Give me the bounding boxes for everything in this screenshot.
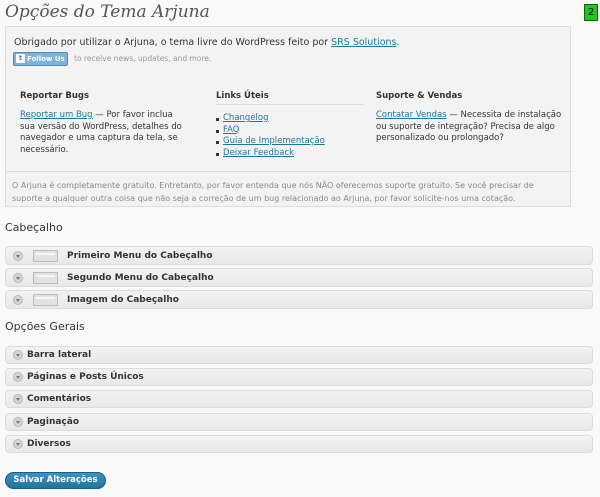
panel-label: Imagem do Cabeçalho bbox=[67, 294, 179, 305]
free-theme-notice: O Arjuna é completamente gratuito. Entre… bbox=[6, 171, 572, 205]
chevron-down-icon[interactable] bbox=[13, 372, 23, 382]
info-box: Obrigado por utilizar o Arjuna, o tema l… bbox=[5, 26, 572, 207]
report-bug-link[interactable]: Reportar um Bug bbox=[20, 110, 93, 120]
panel-label: Segundo Menu do Cabeçalho bbox=[67, 272, 214, 283]
menu-thumbnail-icon bbox=[33, 249, 58, 262]
srs-solutions-link[interactable]: SRS Solutions bbox=[331, 37, 396, 48]
link-feedback: Deixar Feedback bbox=[216, 148, 364, 160]
chevron-down-icon[interactable] bbox=[13, 439, 23, 449]
panel-sidebar[interactable]: Barra lateral bbox=[5, 346, 593, 364]
useful-links-list: Changelog FAQ Guia de Implementação Deix… bbox=[216, 113, 364, 159]
support-sales-heading: Suporte & Vendas bbox=[376, 91, 463, 101]
panel-misc[interactable]: Diversos bbox=[5, 435, 593, 453]
useful-links-column: Links Úteis Changelog FAQ Guia de Implem… bbox=[216, 91, 364, 159]
thanks-end: . bbox=[396, 37, 400, 48]
chevron-down-icon[interactable] bbox=[13, 272, 23, 283]
changelog-link[interactable]: Changelog bbox=[223, 113, 269, 123]
save-changes-button[interactable]: Salvar Alterações bbox=[5, 472, 106, 489]
panel-comments[interactable]: Comentários bbox=[5, 390, 593, 408]
chevron-down-icon[interactable] bbox=[13, 394, 23, 404]
panel-label: Paginação bbox=[27, 417, 80, 427]
header-section-title: Cabeçalho bbox=[5, 221, 63, 234]
panel-label: Barra lateral bbox=[27, 350, 92, 360]
page-title: Opções do Tema Arjuna bbox=[5, 2, 210, 22]
support-sales-column: Suporte & Vendas Contatar Vendas — Neces… bbox=[376, 91, 566, 145]
image-thumbnail-icon bbox=[33, 293, 58, 306]
panel-header-image[interactable]: Imagem do Cabeçalho bbox=[5, 290, 593, 309]
contact-sales-link[interactable]: Contatar Vendas bbox=[376, 110, 447, 120]
panel-label: Diversos bbox=[27, 439, 71, 449]
follow-text: to receive news, updates, and more. bbox=[74, 54, 212, 63]
panel-pages-posts[interactable]: Páginas e Posts Únicos bbox=[5, 368, 593, 386]
follow-us-label: Follow Us bbox=[27, 55, 65, 63]
chevron-down-icon[interactable] bbox=[13, 250, 23, 261]
implementation-guide-link[interactable]: Guia de Implementação bbox=[223, 136, 325, 146]
report-bugs-heading: Reportar Bugs bbox=[20, 91, 90, 101]
menu-thumbnail-icon bbox=[33, 271, 58, 284]
chevron-down-icon[interactable] bbox=[13, 350, 23, 360]
panel-second-header-menu[interactable]: Segundo Menu do Cabeçalho bbox=[5, 268, 593, 287]
panel-first-header-menu[interactable]: Primeiro Menu do Cabeçalho bbox=[5, 246, 593, 265]
panel-label: Páginas e Posts Únicos bbox=[27, 372, 144, 382]
link-changelog: Changelog bbox=[216, 113, 364, 125]
faq-link[interactable]: FAQ bbox=[223, 125, 239, 135]
panel-pagination[interactable]: Paginação bbox=[5, 413, 593, 431]
leave-feedback-link[interactable]: Deixar Feedback bbox=[223, 148, 294, 158]
useful-links-heading: Links Úteis bbox=[216, 91, 269, 101]
support-sales-text: Contatar Vendas — Necessita de instalaçã… bbox=[376, 110, 566, 145]
chevron-down-icon[interactable] bbox=[13, 417, 23, 427]
thanks-message: Obrigado por utilizar o Arjuna, o tema l… bbox=[14, 37, 400, 48]
link-faq: FAQ bbox=[216, 125, 364, 137]
panel-label: Comentários bbox=[27, 394, 92, 404]
general-section-title: Opções Gerais bbox=[5, 320, 85, 333]
chevron-down-icon[interactable] bbox=[13, 294, 23, 305]
counter-badge: 2 bbox=[584, 4, 598, 21]
report-bugs-text: Reportar um Bug — Por favor inclua sua v… bbox=[20, 110, 190, 156]
twitter-icon: t bbox=[16, 54, 25, 63]
thanks-text: Obrigado por utilizar o Arjuna, o tema l… bbox=[14, 37, 332, 48]
link-guide: Guia de Implementação bbox=[216, 136, 364, 148]
report-bugs-column: Reportar Bugs Reportar um Bug — Por favo… bbox=[20, 91, 190, 156]
follow-us-button[interactable]: t Follow Us bbox=[13, 52, 68, 66]
panel-label: Primeiro Menu do Cabeçalho bbox=[67, 250, 213, 261]
